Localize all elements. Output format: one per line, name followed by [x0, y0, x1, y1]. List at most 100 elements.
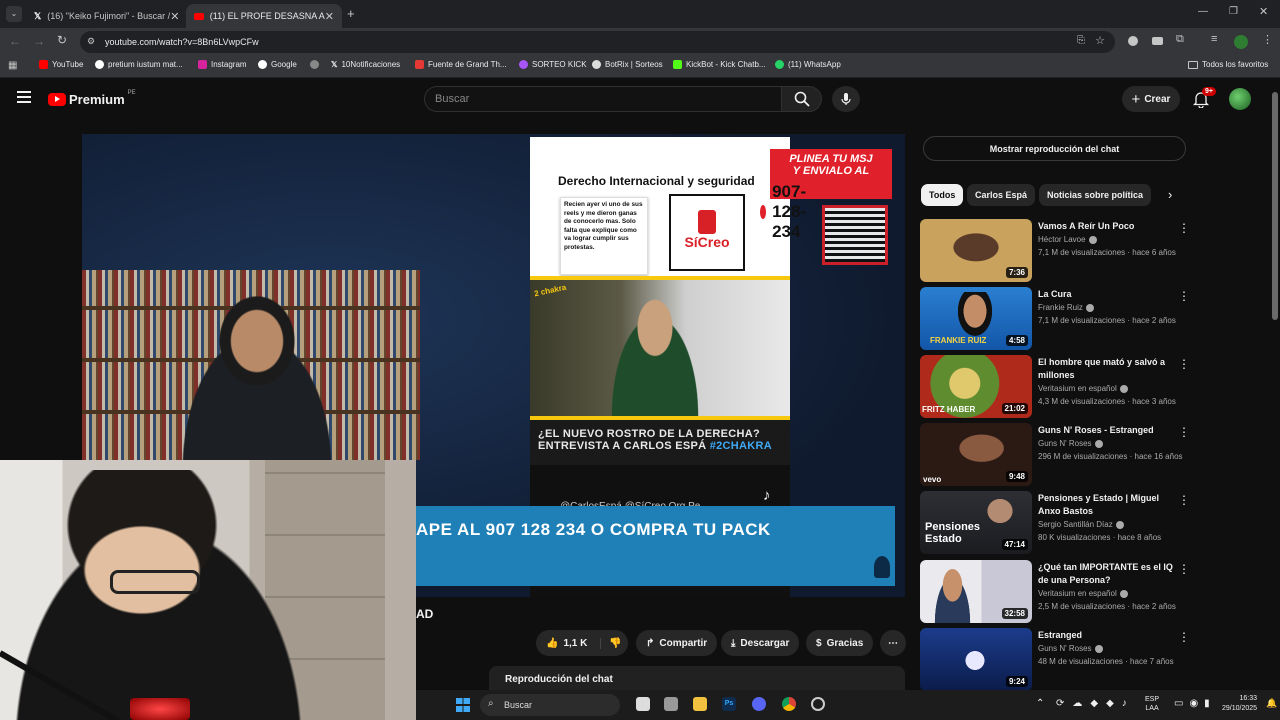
bookmark-whatsapp[interactable]: (11) WhatsApp	[775, 60, 841, 69]
show-hidden-icons[interactable]: ⌃	[1036, 698, 1044, 709]
bookmark-fuente-gta[interactable]: Fuente de Grand Th...	[415, 60, 507, 69]
minimize-icon[interactable]: —	[1198, 6, 1208, 17]
video-title[interactable]: La Cura	[1038, 288, 1173, 301]
video-thumbnail[interactable]: 9:24	[920, 628, 1032, 691]
video-title[interactable]: Vamos A Reír Un Poco	[1038, 220, 1173, 233]
thanks-button[interactable]: $ Gracias	[806, 630, 874, 656]
search-input[interactable]: Buscar	[424, 86, 781, 112]
video-title[interactable]: Guns N' Roses - Estranged	[1038, 424, 1173, 437]
chrome-icon[interactable]	[782, 697, 796, 711]
channel-name[interactable]: Frankie Ruiz	[1038, 303, 1094, 312]
apps-grid-icon[interactable]: ▦	[8, 60, 17, 71]
chip-todos[interactable]: Todos	[921, 184, 964, 206]
chip-noticias-politica[interactable]: Noticias sobre política	[1039, 184, 1152, 206]
channel-name[interactable]: Guns N' Roses	[1038, 644, 1103, 653]
recommendation-item[interactable]: FRITZ HABER 21:02 El hombre que mató y s…	[920, 355, 1195, 419]
media-icon[interactable]: ≡	[1211, 33, 1217, 45]
url-input[interactable]: ⚙ youtube.com/watch?v=8Bn6LVwpCFw ⎘ ☆	[80, 31, 1115, 53]
bookmark-google[interactable]: Google	[258, 60, 297, 69]
extension-icon-1[interactable]	[1128, 36, 1138, 46]
share-button[interactable]: ↱ Compartir	[636, 630, 718, 656]
video-thumbnail[interactable]: 32:58	[920, 560, 1032, 623]
video-title[interactable]: Pensiones y Estado | Miguel Anxo Bastos	[1038, 492, 1173, 518]
dislike-button[interactable]: 👎	[600, 637, 622, 649]
show-chat-replay-button[interactable]: Mostrar reproducción del chat	[923, 136, 1186, 161]
close-window-icon[interactable]: ✕	[1259, 5, 1268, 18]
video-thumbnail[interactable]: FRITZ HABER 21:02	[920, 355, 1032, 418]
more-options-icon[interactable]: ⋮	[1178, 425, 1190, 439]
video-title[interactable]: Estranged	[1038, 629, 1173, 642]
install-icon[interactable]: ⎘	[1077, 35, 1085, 46]
channel-name[interactable]: Héctor Lavoe	[1038, 235, 1097, 244]
more-actions-button[interactable]: ⋯	[880, 630, 906, 656]
task-view-icon[interactable]	[636, 697, 650, 711]
app-icon-2[interactable]	[811, 697, 825, 711]
recommendation-item[interactable]: 9:24 Estranged Guns N' Roses 48 M de vis…	[920, 628, 1195, 692]
extension-icon-2[interactable]	[1152, 37, 1163, 45]
forward-icon[interactable]: →	[33, 34, 45, 48]
close-tab-icon[interactable]: ✕	[170, 10, 179, 23]
recommendation-item[interactable]: 7:36 Vamos A Reír Un Poco Héctor Lavoe 7…	[920, 219, 1195, 283]
chips-next-icon[interactable]: ›	[1168, 187, 1172, 202]
language-indicator[interactable]: ESP LAA	[1145, 695, 1159, 713]
taskbar-search[interactable]: ⌕ Buscar	[480, 694, 620, 716]
hamburger-menu-icon[interactable]	[17, 91, 31, 103]
app-icon[interactable]	[664, 697, 678, 711]
profile-avatar[interactable]	[1234, 35, 1248, 49]
account-avatar[interactable]	[1229, 88, 1251, 110]
chip-carlos-espa[interactable]: Carlos Espá	[967, 184, 1036, 206]
video-thumbnail[interactable]: 7:36	[920, 219, 1032, 282]
more-options-icon[interactable]: ⋮	[1178, 630, 1190, 644]
bookmark-sorteo-kick[interactable]: SORTEO KICK	[519, 60, 587, 69]
channel-name[interactable]: Veritasium en español	[1038, 589, 1128, 598]
search-button[interactable]	[781, 86, 822, 112]
extensions-puzzle-icon[interactable]: ⧉	[1176, 33, 1184, 46]
like-button[interactable]: 👍 1,1 K 👎	[536, 630, 628, 656]
youtube-premium-logo[interactable]: Premium PE	[48, 90, 136, 107]
close-tab-icon[interactable]: ✕	[325, 10, 334, 23]
download-button[interactable]: ⤓ Descargar	[721, 630, 800, 656]
bookmark-botrix[interactable]: BotRix | Sorteos	[592, 60, 663, 69]
bookmark-youtube[interactable]: YouTube	[39, 60, 83, 69]
menu-kebab-icon[interactable]: ⋮	[1262, 33, 1273, 46]
channel-name[interactable]: Veritasium en español	[1038, 384, 1128, 393]
windows-start-icon[interactable]	[456, 698, 470, 712]
more-options-icon[interactable]: ⋮	[1178, 289, 1190, 303]
channel-name[interactable]: Guns N' Roses	[1038, 439, 1103, 448]
reload-icon[interactable]: ↻	[57, 33, 67, 47]
photoshop-icon[interactable]: Ps	[722, 697, 736, 711]
bookmark-globe[interactable]	[310, 60, 319, 69]
video-title[interactable]: ¿Qué tan IMPORTANTE es el IQ de una Pers…	[1038, 561, 1173, 587]
file-explorer-icon[interactable]	[693, 697, 707, 711]
create-button[interactable]: + Crear	[1122, 86, 1180, 112]
bookmark-instagram[interactable]: Instagram	[198, 60, 247, 69]
discord-icon[interactable]	[752, 697, 766, 711]
notification-center-icon[interactable]: 🔔	[1266, 698, 1277, 709]
video-thumbnail[interactable]: vevo 9:48	[920, 423, 1032, 486]
more-options-icon[interactable]: ⋮	[1178, 562, 1190, 576]
video-thumbnail[interactable]: FRANKIE RUIZ 4:58	[920, 287, 1032, 350]
tab-youtube-video[interactable]: (11) EL PROFE DESASNA A CAR ✕	[186, 4, 342, 28]
bookmark-star-icon[interactable]: ☆	[1095, 34, 1105, 47]
back-icon[interactable]: ←	[9, 34, 21, 48]
recommendation-item[interactable]: vevo 9:48 Guns N' Roses - Estranged Guns…	[920, 423, 1195, 487]
system-icons[interactable]: ▭◉▮	[1174, 698, 1216, 709]
more-options-icon[interactable]: ⋮	[1178, 493, 1190, 507]
all-bookmarks[interactable]: Todos los favoritos	[1188, 60, 1268, 69]
bookmark-kickbot[interactable]: KickBot - Kick Chatb...	[673, 60, 766, 69]
tab-keiko[interactable]: 𝕏 (16) "Keiko Fujimori" - Buscar / ✕	[26, 4, 182, 28]
channel-name[interactable]: Sergio Santillán Díaz	[1038, 520, 1124, 529]
bookmark-10notificaciones[interactable]: 𝕏 10Notificaciones	[331, 60, 400, 69]
more-options-icon[interactable]: ⋮	[1178, 357, 1190, 371]
more-options-icon[interactable]: ⋮	[1178, 221, 1190, 235]
video-title[interactable]: El hombre que mató y salvó a millones	[1038, 356, 1173, 382]
tab-search-button[interactable]: ⌄	[6, 6, 22, 22]
new-tab-icon[interactable]: +	[347, 6, 355, 21]
bookmark-pretium[interactable]: pretium iustum mat...	[95, 60, 183, 69]
recommendation-item[interactable]: 32:58 ¿Qué tan IMPORTANTE es el IQ de un…	[920, 560, 1195, 624]
clock[interactable]: 16:33 29/10/2025	[1222, 694, 1257, 714]
recommendation-item[interactable]: Pensiones Estado 47:14 Pensiones y Estad…	[920, 491, 1195, 555]
video-thumbnail[interactable]: Pensiones Estado 47:14	[920, 491, 1032, 554]
site-info-icon[interactable]: ⚙	[87, 36, 95, 47]
voice-search-button[interactable]	[832, 86, 860, 112]
